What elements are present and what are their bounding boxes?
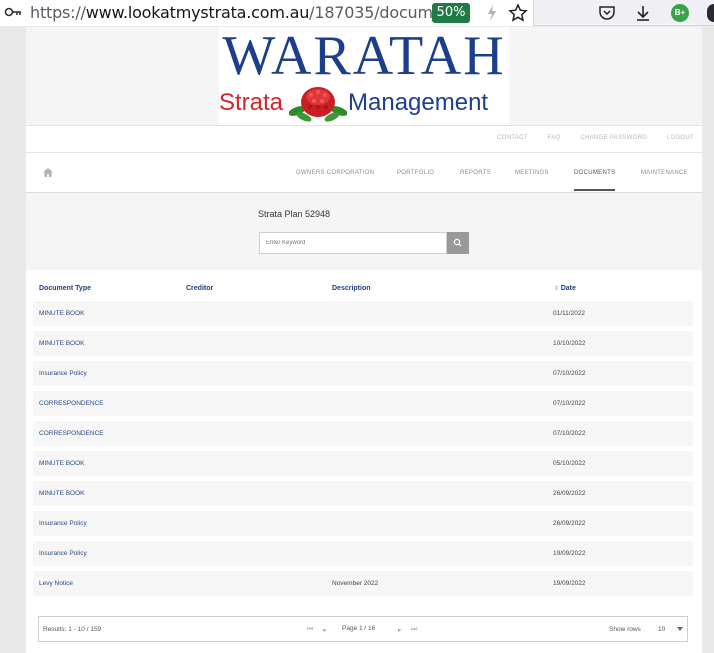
download-icon[interactable]	[633, 3, 653, 23]
nav-reports[interactable]: REPORTS	[460, 170, 491, 176]
table-row[interactable]: CORRESPONDENCE 07/10/2022	[33, 391, 693, 416]
table-row[interactable]: MINUTE BOOK 05/10/2022	[33, 451, 693, 476]
cell-date: 19/09/2022	[553, 580, 586, 587]
table-row[interactable]: MINUTE BOOK 01/11/2022	[33, 301, 693, 326]
table-row[interactable]: CORRESPONDENCE 07/10/2022	[33, 421, 693, 446]
last-page-icon[interactable]: ⏭	[411, 626, 417, 634]
header-description[interactable]: Description	[332, 285, 371, 292]
cell-date: 10/10/2022	[553, 340, 586, 347]
logo-subtitle: Strata Management	[219, 87, 509, 122]
logout-link[interactable]: LOGOUT	[667, 135, 694, 141]
cell-date: 07/10/2022	[553, 430, 586, 437]
cell-date: 07/10/2022	[553, 400, 586, 407]
nav-portfolio[interactable]: PORTFOLIO	[397, 170, 434, 176]
utility-bar: CONTACT FAQ CHANGE PASSWORD LOGOUT	[26, 125, 702, 153]
cell-date: 19/09/2022	[553, 550, 586, 557]
table-row[interactable]: MINUTE BOOK 10/10/2022	[33, 331, 693, 356]
nav-documents[interactable]: DOCUMENTS	[574, 170, 615, 176]
url-scheme: https://	[30, 3, 86, 22]
cell-date: 07/10/2022	[553, 370, 586, 377]
rows-per-page-select[interactable]: 10	[658, 626, 665, 633]
cell-type[interactable]: MINUTE BOOK	[39, 340, 85, 347]
cell-date: 05/10/2022	[553, 460, 586, 467]
search-icon	[453, 238, 462, 247]
pocket-icon[interactable]	[597, 3, 617, 23]
table-row[interactable]: Insurance Policy 19/09/2022	[33, 541, 693, 566]
cell-type[interactable]: MINUTE BOOK	[39, 460, 85, 467]
change-password-link[interactable]: CHANGE PASSWORD	[580, 135, 646, 141]
url-text[interactable]: https://www.lookatmystrata.com.au/187035…	[30, 3, 467, 22]
page: WARATAH Strata Management CONTACT FAQ CH…	[26, 27, 702, 653]
table-row[interactable]: Levy Notice November 2022 19/09/2022	[33, 571, 693, 596]
cell-date: 01/11/2022	[553, 310, 586, 317]
header-date-label: Date	[560, 285, 576, 292]
faq-link[interactable]: FAQ	[548, 135, 561, 141]
keyword-search-input[interactable]	[259, 232, 447, 254]
zoom-badge[interactable]: 50%	[432, 3, 470, 23]
cell-type[interactable]: Insurance Policy	[39, 370, 87, 377]
bookmark-star-icon[interactable]	[508, 3, 528, 23]
home-icon[interactable]	[43, 168, 53, 177]
waratah-logo[interactable]: WARATAH Strata Management	[219, 27, 509, 125]
url-host: www.lookatmystrata.com.au	[85, 3, 310, 22]
show-rows-label: Show rows	[609, 626, 641, 633]
search-button[interactable]	[447, 232, 469, 254]
cell-type[interactable]: MINUTE BOOK	[39, 310, 85, 317]
waratah-flower-icon	[289, 87, 347, 122]
cell-type[interactable]: CORRESPONDENCE	[39, 400, 104, 407]
utility-links: CONTACT FAQ CHANGE PASSWORD LOGOUT	[479, 135, 694, 141]
cell-type[interactable]: Levy Notice	[39, 580, 73, 587]
main-nav: OWNERS CORPORATION PORTFOLIO REPORTS MEE…	[26, 153, 702, 193]
nav-owners-corporation[interactable]: OWNERS CORPORATION	[296, 170, 374, 176]
active-tab-indicator	[574, 189, 615, 191]
header-date[interactable]: ⇕ Date	[554, 285, 576, 292]
prev-page-icon[interactable]: ◂	[322, 626, 326, 634]
next-page-icon[interactable]: ▸	[398, 626, 402, 634]
cell-type[interactable]: Insurance Policy	[39, 550, 87, 557]
key-icon[interactable]	[4, 4, 22, 20]
pagination-bar: Results: 1 - 10 / 159 ⏮ ◂ Page 1 / 16 ▸ …	[38, 616, 688, 642]
contact-link[interactable]: CONTACT	[497, 135, 528, 141]
table-row[interactable]: Insurance Policy 07/10/2022	[33, 361, 693, 386]
page-indicator: Page 1 / 16	[342, 625, 376, 632]
cell-type[interactable]: CORRESPONDENCE	[39, 430, 104, 437]
extension-icon[interactable]	[707, 4, 714, 22]
header-creditor[interactable]: Creditor	[186, 285, 213, 292]
browser-toolbar: https://www.lookatmystrata.com.au/187035…	[0, 0, 714, 26]
table-row[interactable]: MINUTE BOOK 26/09/2022	[33, 481, 693, 506]
nav-meetings[interactable]: MEETINGS	[515, 170, 549, 176]
table-row[interactable]: Insurance Policy 26/09/2022	[33, 511, 693, 536]
logo-title: WARATAH	[222, 25, 506, 87]
header-document-type[interactable]: Document Type	[39, 285, 91, 292]
plan-title: Strata Plan 52948	[258, 209, 331, 219]
extension-badge[interactable]: B+	[671, 4, 689, 22]
cell-date: 26/09/2022	[553, 520, 586, 527]
logo-management-text: Management	[348, 89, 489, 116]
cell-date: 26/09/2022	[553, 490, 586, 497]
results-count: Results: 1 - 10 / 159	[43, 626, 102, 633]
logo-strata-text: Strata	[219, 89, 284, 116]
cell-type[interactable]: Insurance Policy	[39, 520, 87, 527]
cell-type[interactable]: MINUTE BOOK	[39, 490, 85, 497]
sort-icon: ⇕	[554, 286, 561, 292]
chevron-down-icon[interactable]	[677, 627, 683, 631]
lightning-icon[interactable]	[482, 3, 502, 23]
first-page-icon[interactable]: ⏮	[307, 626, 313, 634]
nav-maintenance[interactable]: MAINTENANCE	[641, 170, 688, 176]
cell-description: November 2022	[332, 580, 379, 587]
address-bar[interactable]: https://www.lookatmystrata.com.au/187035…	[0, 0, 534, 26]
